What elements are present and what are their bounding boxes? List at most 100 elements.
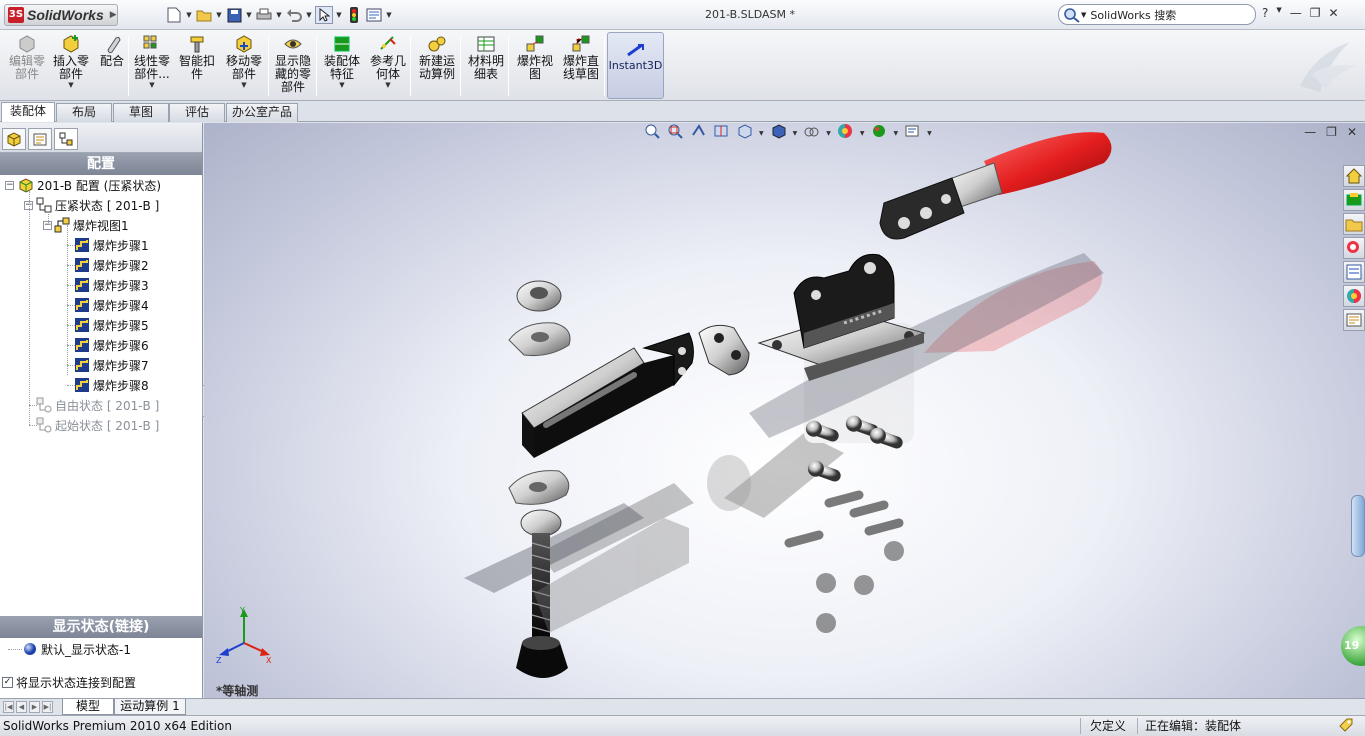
reference-geometry-button[interactable]: 参考几 何体 ▼ <box>366 34 410 98</box>
insert-component-button[interactable]: 插入零 部件 ▼ <box>50 34 92 98</box>
view-palette-icon[interactable] <box>1343 261 1365 283</box>
bill-of-materials-button[interactable]: 材料明 细表 <box>462 34 510 98</box>
orientation-triad: Y X Z <box>214 605 274 668</box>
chevron-down-icon[interactable]: ▼ <box>1276 6 1281 20</box>
configuration-manager-tab-icon[interactable] <box>54 128 78 150</box>
smart-fasteners-button[interactable]: 智能扣件 <box>176 34 218 98</box>
explode-line-sketch-button[interactable]: 爆炸直 线草图 <box>558 34 604 98</box>
chevron-down-icon[interactable]: ▼ <box>927 130 932 137</box>
ribbon-separator <box>508 36 509 96</box>
zoom-to-fit-icon[interactable] <box>644 123 661 143</box>
previous-view-icon[interactable] <box>690 123 707 143</box>
exploded-view-node[interactable]: 爆炸视图1 <box>54 215 129 235</box>
tree-collapse-toggle[interactable]: − <box>5 181 14 190</box>
model-tab[interactable]: 模型 <box>62 699 114 715</box>
edit-appearance-icon[interactable] <box>837 123 854 143</box>
explode-step-node[interactable]: 爆炸步骤2 <box>74 255 149 275</box>
instant3d-toggle-button[interactable]: Instant3D <box>607 32 664 99</box>
edit-component-button[interactable]: 编辑零 部件 <box>4 34 50 98</box>
first-tab-arrow-icon[interactable]: |◀ <box>3 701 14 713</box>
command-tab[interactable]: 布局 <box>56 103 112 122</box>
tree-line <box>67 325 75 326</box>
design-library-icon[interactable] <box>1343 189 1365 211</box>
graphics-viewport[interactable]: ▼ ▼ ▼ ▼ ▼ ▼ — ❐ ✕ 19 Y X Z *等轴测 <box>204 123 1365 698</box>
search-results-icon[interactable] <box>1343 237 1365 259</box>
file-explorer-icon[interactable] <box>1343 213 1365 235</box>
task-pane-scroll-handle[interactable] <box>1351 495 1365 557</box>
display-style-icon[interactable] <box>770 123 787 143</box>
chevron-down-icon[interactable]: ▼ <box>68 81 73 90</box>
explode-step-node[interactable]: 爆炸步骤6 <box>74 335 149 355</box>
new-motion-study-button[interactable]: 新建运 动算例 <box>414 34 460 98</box>
reference-geometry-icon <box>378 34 398 54</box>
explode-step-node[interactable]: 爆炸步骤8 <box>74 375 149 395</box>
solidworks-resources-icon[interactable] <box>1343 165 1365 187</box>
mate-icon <box>102 34 122 54</box>
explode-step-node[interactable]: 爆炸步骤5 <box>74 315 149 335</box>
explode-step-node[interactable]: 爆炸步骤7 <box>74 355 149 375</box>
command-tab[interactable]: 装配体 <box>1 102 55 122</box>
ribbon-button-label: 部件... <box>134 67 170 81</box>
link-display-state-checkbox[interactable]: ✓ 将显示状态连接到配置 <box>2 674 136 691</box>
restore-icon[interactable]: ❐ <box>1310 6 1321 20</box>
minimize-icon[interactable]: — <box>1304 125 1316 139</box>
motion-study-tab[interactable]: 运动算例 1 <box>114 699 186 715</box>
display-state-item[interactable]: 默认_显示状态-1 <box>8 639 131 659</box>
chevron-down-icon[interactable]: ▼ <box>339 81 344 90</box>
appearances-icon[interactable] <box>1343 285 1365 307</box>
explode-step-icon <box>74 277 90 293</box>
view-orientation-icon[interactable] <box>736 123 753 143</box>
last-tab-arrow-icon[interactable]: ▶| <box>42 701 53 713</box>
close-icon[interactable]: ✕ <box>1329 6 1339 20</box>
chevron-down-icon[interactable]: ▼ <box>860 130 865 137</box>
ribbon-separator <box>460 36 461 96</box>
ribbon-button-label: 何体 <box>375 67 400 81</box>
configuration-node[interactable]: 自由状态 [ 201-B ] <box>36 395 159 415</box>
chevron-down-icon[interactable]: ▼ <box>759 130 764 137</box>
property-manager-tab-icon[interactable] <box>28 128 52 150</box>
apply-scene-icon[interactable] <box>871 123 888 143</box>
help-button[interactable]: ? <box>1262 6 1268 20</box>
chevron-down-icon[interactable]: ▼ <box>241 81 246 90</box>
exploded-view-button[interactable]: 爆炸视图 <box>512 34 558 98</box>
underdefined-status: 欠定义 <box>1090 719 1127 733</box>
minimize-icon[interactable]: — <box>1290 6 1302 20</box>
chevron-down-icon[interactable]: ▼ <box>894 130 899 137</box>
show-hidden-components-button[interactable]: 显示隐 藏的零 部件 <box>272 34 314 98</box>
tag-icon[interactable] <box>1338 717 1354 736</box>
linear-pattern-button[interactable]: 线性零 部件... ▼ <box>130 34 174 98</box>
explode-step-node[interactable]: 爆炸步骤3 <box>74 275 149 295</box>
configuration-tree: 201-B 配置 (压紧状态) 压紧状态 [ 201-B ] 爆炸视图1 爆炸步骤1 爆… <box>0 175 202 475</box>
explode-step-node[interactable]: 爆炸步骤1 <box>74 235 149 255</box>
restore-icon[interactable]: ❐ <box>1326 125 1337 139</box>
close-icon[interactable]: ✕ <box>1347 125 1357 139</box>
explode-step-node[interactable]: 爆炸步骤4 <box>74 295 149 315</box>
search-input[interactable]: ▼ SolidWorks 搜索 <box>1058 4 1256 25</box>
config-root-node[interactable]: 201-B 配置 (压紧状态) <box>18 175 161 195</box>
feature-manager-tab-icon[interactable] <box>2 128 26 150</box>
mate-button[interactable]: 配合 <box>96 34 128 98</box>
command-tab[interactable]: 评估 <box>169 103 225 122</box>
feature-manager-panel: 配置 201-B 配置 (压紧状态) 压紧状态 [ 201-B ] 爆炸视图1 爆炸步… <box>0 123 203 698</box>
tree-line <box>67 365 75 366</box>
next-tab-arrow-icon[interactable]: ▶ <box>29 701 40 713</box>
chevron-down-icon[interactable]: ▼ <box>149 81 154 90</box>
move-component-button[interactable]: 移动零 部件 ▼ <box>222 34 266 98</box>
checkbox-checked-icon[interactable]: ✓ <box>2 677 13 688</box>
zoom-to-area-icon[interactable] <box>667 123 684 143</box>
chevron-down-icon[interactable]: ▼ <box>793 130 798 137</box>
prev-tab-arrow-icon[interactable]: ◀ <box>16 701 27 713</box>
assembly-features-button[interactable]: 装配体 特征 ▼ <box>320 34 364 98</box>
status-separator <box>1137 718 1138 734</box>
explode-step-icon <box>74 377 90 393</box>
chevron-down-icon[interactable]: ▼ <box>385 81 390 90</box>
custom-properties-icon[interactable] <box>1343 309 1365 331</box>
command-tab[interactable]: 办公室产品 <box>226 103 298 122</box>
command-tab[interactable]: 草图 <box>113 103 169 122</box>
hide-show-items-icon[interactable] <box>803 123 820 143</box>
configuration-node[interactable]: 起始状态 [ 201-B ] <box>36 415 159 435</box>
chevron-down-icon[interactable]: ▼ <box>826 130 831 137</box>
view-settings-icon[interactable] <box>904 123 921 143</box>
configuration-node[interactable]: 压紧状态 [ 201-B ] <box>36 195 159 215</box>
section-view-icon[interactable] <box>713 123 730 143</box>
